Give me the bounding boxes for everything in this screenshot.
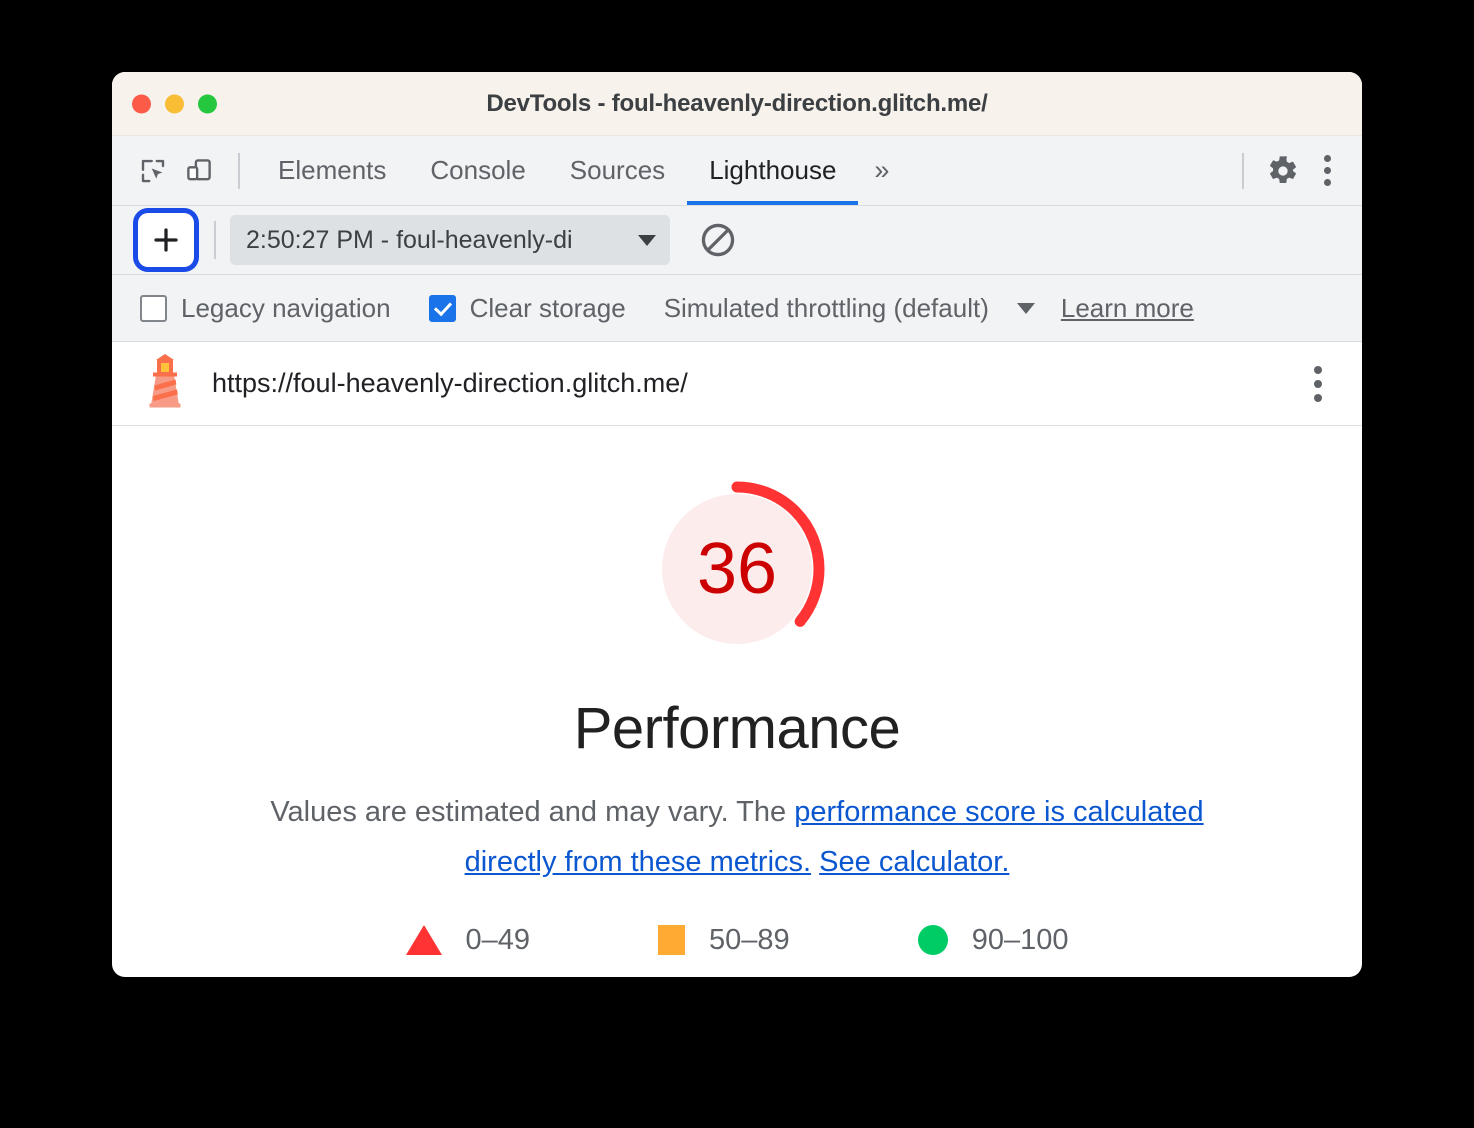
tab-elements[interactable]: Elements	[256, 136, 408, 205]
legacy-navigation-checkbox[interactable]: Legacy navigation	[140, 293, 391, 324]
actions-divider	[1242, 152, 1244, 189]
score-description: Values are estimated and may vary. The p…	[232, 788, 1242, 888]
square-average-icon	[658, 925, 686, 956]
learn-more-link[interactable]: Learn more	[1061, 293, 1194, 324]
kebab-dot	[1314, 379, 1322, 388]
minimize-window-button[interactable]	[165, 94, 184, 113]
legend-item-fail: 0–49	[405, 923, 531, 957]
devtools-window: DevTools - foul-heavenly-direction.glitc…	[112, 72, 1362, 977]
more-tabs-label: »	[874, 155, 890, 185]
kebab-dot	[1314, 393, 1322, 402]
toolbar-divider	[238, 152, 240, 189]
score-legend: 0–49 50–89 90–100	[405, 923, 1069, 957]
tab-lighthouse[interactable]: Lighthouse	[687, 136, 859, 205]
report-header: https://foul-heavenly-direction.glitch.m…	[112, 342, 1362, 426]
tab-sources-label: Sources	[569, 155, 666, 185]
kebab-dot	[1323, 167, 1331, 174]
legend-label-pass: 90–100	[971, 923, 1069, 956]
report-select[interactable]: 2:50:27 PM - foul-heavenly-di	[230, 215, 670, 265]
chevron-down-icon	[638, 234, 656, 246]
more-tabs-icon[interactable]: »	[858, 155, 905, 186]
add-report-button[interactable]	[138, 213, 194, 267]
checkbox-box-checked	[428, 294, 456, 322]
tab-list: Elements Console Sources Lighthouse	[256, 136, 859, 205]
tab-console-label: Console	[430, 155, 526, 185]
inspect-element-icon[interactable]	[130, 148, 176, 194]
close-window-button[interactable]	[132, 94, 151, 113]
lighthouse-icon	[140, 353, 190, 414]
performance-score-gauge: 36	[646, 478, 828, 660]
performance-score-value: 36	[696, 529, 778, 609]
window-title: DevTools - foul-heavenly-direction.glitc…	[486, 89, 988, 117]
report-select-value: 2:50:27 PM - foul-heavenly-di	[246, 225, 573, 254]
checkbox-box	[140, 294, 167, 322]
legend-item-average: 50–89	[658, 924, 790, 957]
score-description-prefix: Values are estimated and may vary. The	[270, 796, 795, 828]
lighthouse-options-row: Legacy navigation Clear storage Simulate…	[112, 275, 1362, 342]
legend-label-average: 50–89	[709, 923, 790, 956]
clear-storage-label: Clear storage	[469, 292, 626, 323]
clear-all-icon[interactable]	[692, 214, 744, 266]
see-calculator-link[interactable]: See calculator.	[819, 846, 1009, 878]
tab-elements-label: Elements	[278, 155, 387, 185]
tab-sources[interactable]: Sources	[548, 136, 687, 205]
throttling-label: Simulated throttling (default)	[663, 292, 989, 323]
category-title: Performance	[573, 696, 901, 761]
report-url: https://foul-heavenly-direction.glitch.m…	[212, 368, 688, 398]
clear-storage-checkbox[interactable]: Clear storage	[428, 292, 626, 324]
chevron-down-icon	[1016, 302, 1035, 314]
traffic-lights	[132, 94, 217, 113]
triangle-fail-icon	[405, 925, 442, 956]
legend-item-pass: 90–100	[917, 923, 1069, 957]
kebab-dot	[1323, 155, 1331, 162]
lighthouse-toolbar: 2:50:27 PM - foul-heavenly-di	[112, 206, 1362, 275]
kebab-dot	[1323, 179, 1331, 186]
tab-console[interactable]: Console	[408, 136, 547, 205]
tab-bar-actions	[1226, 148, 1362, 194]
plus-icon	[154, 228, 178, 252]
tab-lighthouse-label: Lighthouse	[709, 155, 837, 185]
legacy-navigation-label: Legacy navigation	[181, 292, 391, 323]
gear-icon[interactable]	[1260, 148, 1306, 194]
toolbar-divider	[214, 221, 216, 259]
kebab-dot	[1314, 365, 1322, 374]
title-bar: DevTools - foul-heavenly-direction.glitc…	[112, 72, 1362, 136]
report-kebab-menu-icon[interactable]	[1296, 355, 1340, 413]
devtools-tab-bar: Elements Console Sources Lighthouse »	[112, 136, 1362, 206]
circle-pass-icon	[917, 925, 948, 956]
legend-label-fail: 0–49	[465, 923, 531, 956]
device-toolbar-icon[interactable]	[176, 148, 222, 194]
throttling-select[interactable]: Simulated throttling (default)	[664, 293, 1035, 324]
zoom-window-button[interactable]	[198, 94, 217, 113]
kebab-menu-icon[interactable]	[1306, 148, 1348, 194]
report-body: 36 Performance Values are estimated and …	[112, 426, 1362, 957]
